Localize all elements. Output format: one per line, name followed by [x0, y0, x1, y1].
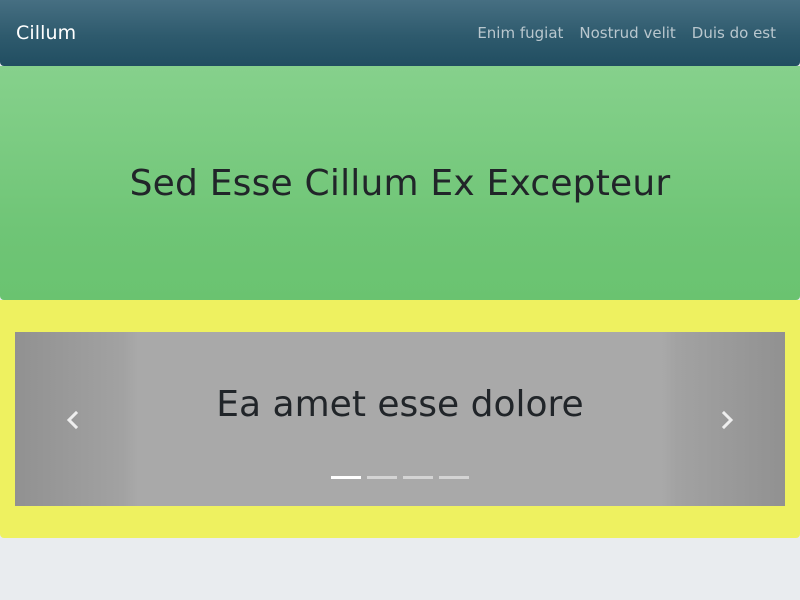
carousel-indicators	[15, 476, 785, 479]
lower-section	[0, 538, 800, 600]
carousel-section: Ea amet esse dolore	[0, 300, 800, 538]
hero-banner: Sed Esse Cillum Ex Excepteur	[0, 66, 800, 300]
hero-title: Sed Esse Cillum Ex Excepteur	[129, 162, 671, 204]
navbar-brand[interactable]: Cillum	[16, 22, 76, 44]
carousel-prev-button[interactable]	[15, 332, 131, 506]
nav-link-enim-fugiat[interactable]: Enim fugiat	[469, 24, 571, 42]
carousel-indicator-1[interactable]	[331, 476, 361, 479]
chevron-left-icon	[66, 410, 79, 430]
carousel-next-button[interactable]	[669, 332, 785, 506]
nav-link-nostrud-velit[interactable]: Nostrud velit	[571, 24, 683, 42]
nav-link-duis-do-est[interactable]: Duis do est	[684, 24, 784, 42]
nav-links: Enim fugiat Nostrud velit Duis do est	[469, 24, 784, 42]
carousel: Ea amet esse dolore	[15, 332, 785, 506]
carousel-indicator-4[interactable]	[439, 476, 469, 479]
carousel-indicator-3[interactable]	[403, 476, 433, 479]
carousel-indicator-2[interactable]	[367, 476, 397, 479]
top-navbar: Cillum Enim fugiat Nostrud velit Duis do…	[0, 0, 800, 66]
chevron-right-icon	[721, 410, 734, 430]
